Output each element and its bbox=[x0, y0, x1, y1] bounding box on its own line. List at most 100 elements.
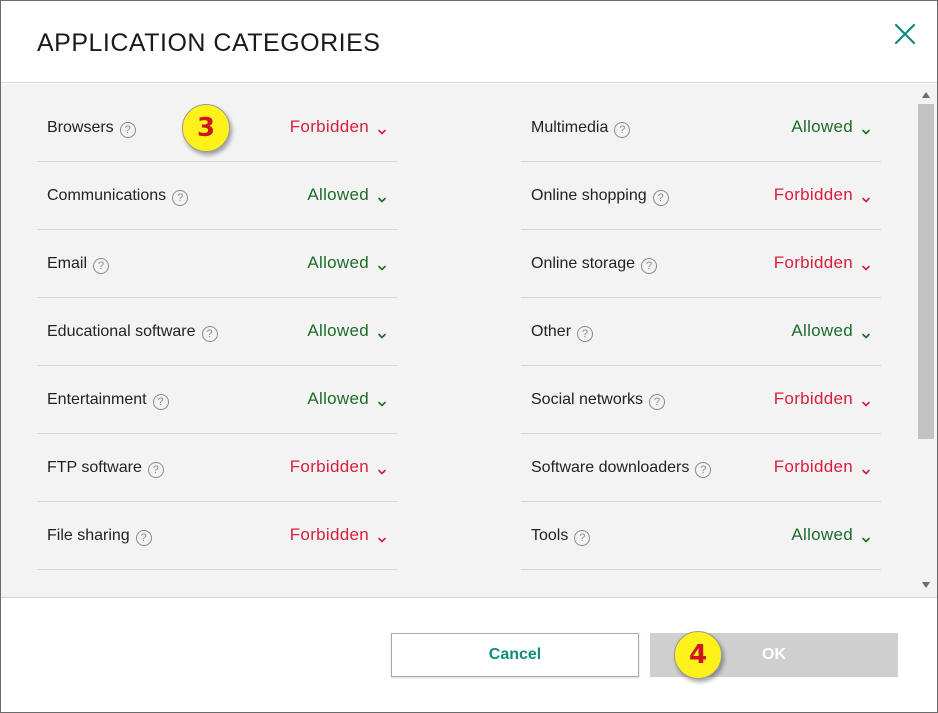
help-icon[interactable]: ? bbox=[135, 530, 152, 546]
category-row: Educational software? Allowed bbox=[37, 298, 397, 366]
category-label: Browsers? bbox=[47, 119, 136, 138]
status-dropdown[interactable]: Allowed bbox=[791, 525, 871, 545]
scrollbar-thumb[interactable] bbox=[918, 104, 934, 439]
status-dropdown[interactable]: Allowed bbox=[791, 117, 871, 137]
status-value: Forbidden bbox=[773, 185, 853, 204]
status-dropdown[interactable]: Forbidden bbox=[774, 389, 871, 409]
category-name: File sharing bbox=[47, 527, 130, 544]
status-value: Forbidden bbox=[773, 253, 853, 272]
help-icon[interactable]: ? bbox=[172, 190, 189, 206]
status-value: Allowed bbox=[791, 117, 853, 136]
category-label: Multimedia? bbox=[531, 119, 631, 138]
category-label: FTP software? bbox=[47, 459, 164, 478]
category-row: Other? Allowed bbox=[521, 298, 881, 366]
category-row: File sharing? Forbidden bbox=[37, 502, 397, 570]
category-name: Entertainment bbox=[47, 391, 147, 408]
status-dropdown[interactable]: Forbidden bbox=[774, 457, 871, 477]
chevron-down-icon bbox=[377, 462, 387, 475]
category-name: Email bbox=[47, 255, 88, 272]
status-dropdown[interactable]: Forbidden bbox=[290, 525, 387, 545]
status-value: Forbidden bbox=[289, 525, 369, 544]
status-dropdown[interactable]: Allowed bbox=[307, 185, 387, 205]
category-name: Software downloaders bbox=[531, 459, 690, 476]
help-icon[interactable]: ? bbox=[614, 122, 631, 138]
categories-right-column: Multimedia? Allowed Online shopping? Forbid… bbox=[521, 94, 881, 570]
category-label: File sharing? bbox=[47, 527, 152, 546]
category-name: Online storage bbox=[531, 255, 636, 272]
category-row: FTP software? Forbidden bbox=[37, 434, 397, 502]
category-name: FTP software bbox=[47, 459, 142, 476]
category-row: Tools? Allowed bbox=[521, 502, 881, 570]
help-icon[interactable]: ? bbox=[577, 326, 594, 342]
chevron-down-icon bbox=[861, 190, 871, 203]
status-value: Forbidden bbox=[773, 389, 853, 408]
category-label: Social networks? bbox=[531, 391, 666, 410]
help-icon[interactable]: ? bbox=[649, 394, 666, 410]
status-value: Allowed bbox=[307, 321, 369, 340]
status-dropdown[interactable]: Allowed bbox=[791, 321, 871, 341]
chevron-down-icon bbox=[377, 258, 387, 271]
status-dropdown[interactable]: Allowed bbox=[307, 321, 387, 341]
dialog-title: APPLICATION CATEGORIES bbox=[37, 29, 381, 57]
category-name: Browsers bbox=[47, 119, 114, 136]
status-dropdown[interactable]: Forbidden bbox=[774, 253, 871, 273]
category-name: Communications bbox=[47, 187, 167, 204]
chevron-down-icon bbox=[377, 190, 387, 203]
status-dropdown[interactable]: Allowed bbox=[307, 389, 387, 409]
help-icon[interactable]: ? bbox=[93, 258, 110, 274]
category-name: Educational software bbox=[47, 323, 196, 340]
status-dropdown[interactable]: Forbidden bbox=[290, 117, 387, 137]
category-row: Entertainment? Allowed bbox=[37, 366, 397, 434]
chevron-down-icon bbox=[861, 394, 871, 407]
scroll-down-icon[interactable] bbox=[921, 581, 931, 589]
category-label: Educational software? bbox=[47, 323, 218, 342]
chevron-down-icon bbox=[377, 122, 387, 135]
dialog-header: APPLICATION CATEGORIES bbox=[1, 1, 937, 83]
chevron-down-icon bbox=[861, 258, 871, 271]
category-name: Online shopping bbox=[531, 187, 647, 204]
chevron-down-icon bbox=[377, 326, 387, 339]
help-icon[interactable]: ? bbox=[201, 326, 218, 342]
help-icon[interactable]: ? bbox=[574, 530, 591, 546]
status-value: Forbidden bbox=[773, 457, 853, 476]
status-value: Allowed bbox=[307, 389, 369, 408]
status-value: Allowed bbox=[791, 525, 853, 544]
category-name: Other bbox=[531, 323, 572, 340]
help-icon[interactable]: ? bbox=[652, 190, 669, 206]
chevron-down-icon bbox=[861, 530, 871, 543]
cancel-button[interactable]: Cancel bbox=[391, 633, 639, 677]
status-dropdown[interactable]: Forbidden bbox=[774, 185, 871, 205]
status-value: Allowed bbox=[307, 185, 369, 204]
chevron-down-icon bbox=[377, 394, 387, 407]
category-label: Tools? bbox=[531, 527, 591, 546]
close-icon[interactable] bbox=[891, 20, 919, 48]
status-value: Forbidden bbox=[289, 457, 369, 476]
status-value: Allowed bbox=[791, 321, 853, 340]
category-row: Multimedia? Allowed bbox=[521, 94, 881, 162]
status-dropdown[interactable]: Forbidden bbox=[290, 457, 387, 477]
category-row: Email? Allowed bbox=[37, 230, 397, 298]
category-name: Multimedia bbox=[531, 119, 609, 136]
category-row: Communications? Allowed bbox=[37, 162, 397, 230]
help-icon[interactable]: ? bbox=[641, 258, 658, 274]
category-row: Social networks? Forbidden bbox=[521, 366, 881, 434]
help-icon[interactable]: ? bbox=[119, 122, 136, 138]
category-row: Online storage? Forbidden bbox=[521, 230, 881, 298]
category-label: Other? bbox=[531, 323, 594, 342]
category-label: Entertainment? bbox=[47, 391, 169, 410]
help-icon[interactable]: ? bbox=[152, 394, 169, 410]
category-label: Online shopping? bbox=[531, 187, 669, 206]
application-categories-dialog: APPLICATION CATEGORIES Browsers? Forbidde… bbox=[0, 0, 938, 713]
chevron-down-icon bbox=[861, 326, 871, 339]
vertical-scrollbar[interactable] bbox=[917, 84, 935, 597]
scroll-up-icon[interactable] bbox=[921, 91, 931, 99]
status-value: Allowed bbox=[307, 253, 369, 272]
chevron-down-icon bbox=[377, 530, 387, 543]
category-label: Communications? bbox=[47, 187, 189, 206]
help-icon[interactable]: ? bbox=[147, 462, 164, 478]
annotation-badge-4: 4 bbox=[674, 631, 722, 679]
categories-panel: Browsers? Forbidden Communications? Allowed… bbox=[1, 84, 937, 598]
status-dropdown[interactable]: Allowed bbox=[307, 253, 387, 273]
dialog-footer: Cancel OK bbox=[1, 599, 937, 712]
help-icon[interactable]: ? bbox=[695, 462, 712, 478]
